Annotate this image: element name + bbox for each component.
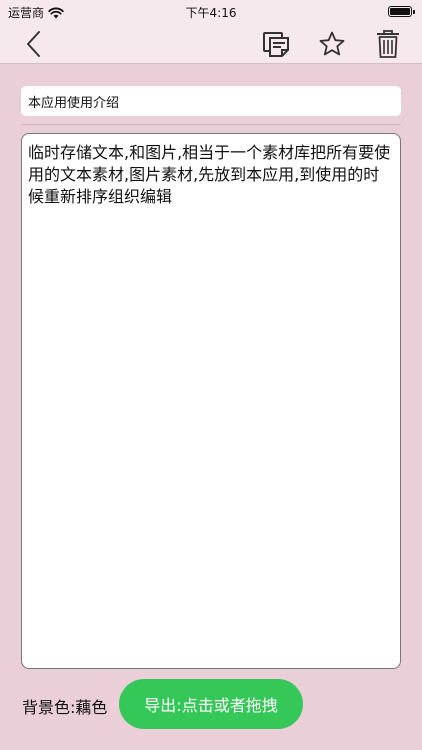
navigation-bar: [0, 24, 422, 64]
back-button[interactable]: [18, 28, 50, 60]
export-button[interactable]: 导出:点击或者拖拽: [119, 679, 303, 729]
copy-document-button[interactable]: [260, 28, 292, 60]
delete-button[interactable]: [372, 28, 404, 60]
battery-icon: [388, 6, 415, 17]
note-body-textarea[interactable]: 临时存储文本,和图片,相当于一个素材库把所有要使用的文本素材,图片素材,先放到本…: [21, 133, 401, 669]
battery-fill: [390, 8, 410, 15]
copy-document-icon: [263, 32, 289, 57]
star-icon: [319, 31, 345, 56]
trash-icon: [377, 30, 399, 58]
status-bar: 运营商 下午4:16: [0, 0, 422, 24]
favorite-button[interactable]: [316, 28, 348, 60]
divider: [21, 124, 401, 125]
note-title-field[interactable]: 本应用使用介绍: [21, 86, 401, 116]
status-time: 下午4:16: [185, 6, 237, 20]
background-color-label[interactable]: 背景色:藕色: [22, 694, 107, 718]
chevron-left-icon: [27, 31, 40, 57]
